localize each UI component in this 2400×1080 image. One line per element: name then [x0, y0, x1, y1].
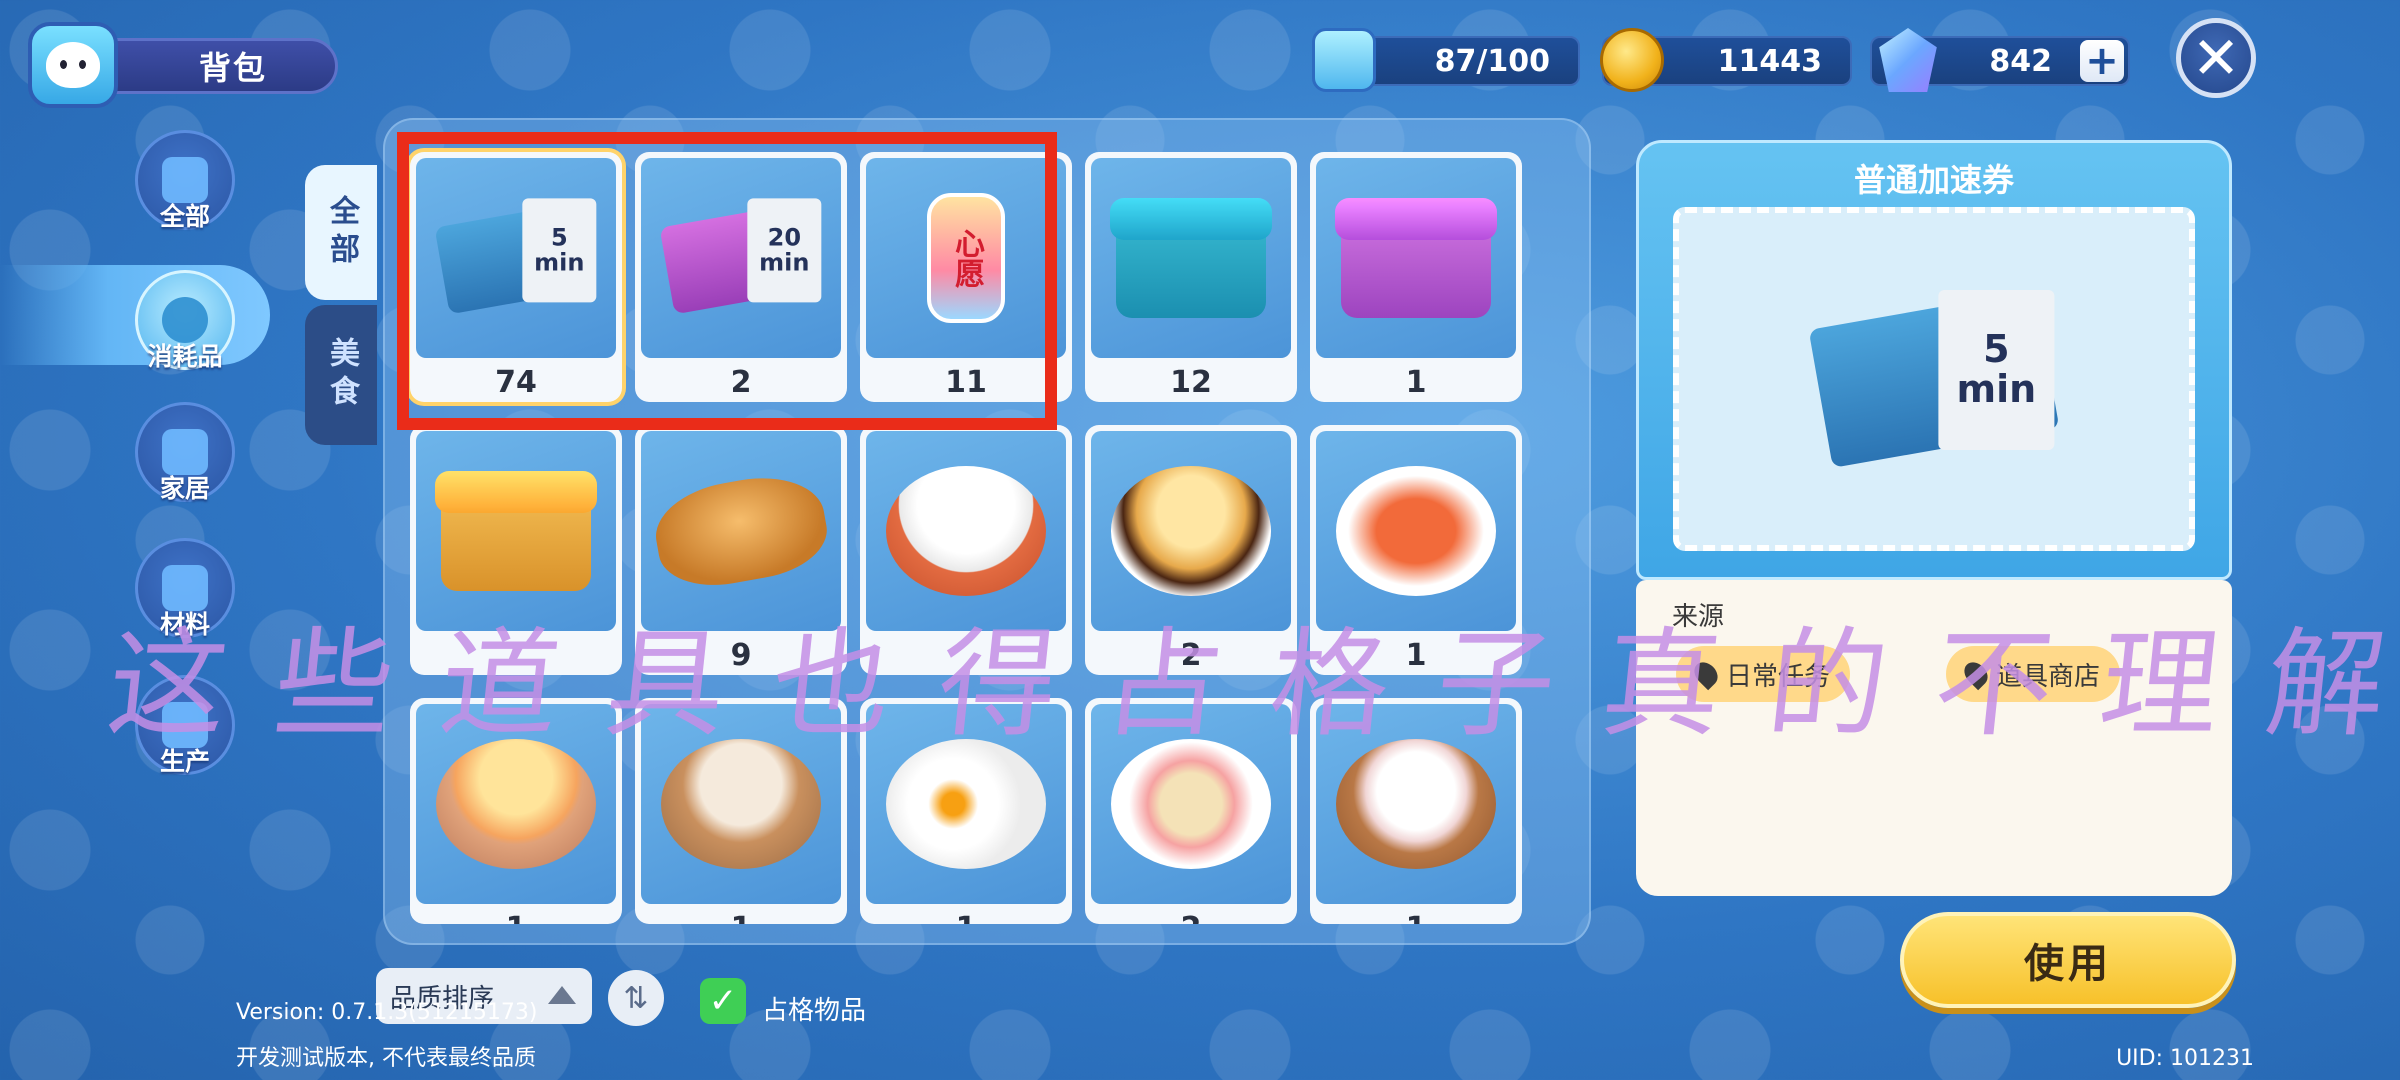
- purple-box-icon: [1341, 198, 1491, 318]
- pudding-icon: [1111, 466, 1271, 596]
- coin-value: 11443: [1717, 43, 1822, 79]
- item-slot-teal-box[interactable]: 12: [1085, 152, 1297, 402]
- swap-order-button[interactable]: ⇅: [608, 970, 664, 1026]
- tab-food[interactable]: 美食: [305, 305, 377, 445]
- capacity-value: 87/100: [1434, 43, 1550, 79]
- detail-header: 普通加速券 5 min: [1636, 140, 2232, 580]
- uid-text: UID: 101231: [2116, 1046, 2254, 1071]
- use-button[interactable]: 使用: [1900, 912, 2236, 1008]
- add-gems-button[interactable]: +: [2080, 40, 2124, 82]
- item-slot-purple-box[interactable]: 1: [1310, 152, 1522, 402]
- version-text: Version: 0.7.1.3(51215173): [236, 1000, 538, 1025]
- coin-icon: [1600, 28, 1664, 92]
- detail-title: 普通加速券: [1853, 161, 2014, 199]
- sidebar-item-all[interactable]: 全部: [135, 130, 235, 231]
- sidebar-item-label: 消耗品: [147, 342, 223, 371]
- occupy-checkbox[interactable]: ✓: [700, 978, 746, 1024]
- backpack-icon: [28, 22, 118, 108]
- item-count: 1: [1405, 365, 1427, 400]
- chevron-up-icon: [548, 986, 576, 1004]
- rice-pot-icon: [886, 466, 1046, 596]
- tab-all[interactable]: 全部: [305, 165, 377, 300]
- item-count: 12: [1170, 365, 1212, 400]
- item-count: 1: [410, 911, 622, 924]
- sidebar-item-label: 家居: [159, 474, 211, 503]
- detail-art: 5 min: [1673, 207, 2195, 551]
- item-detail-panel: 普通加速券 5 min 来源 日常任务 道具商店: [1636, 140, 2232, 896]
- backpack-header: 背包: [28, 22, 338, 108]
- close-button[interactable]: ✕: [2176, 18, 2256, 98]
- shrimp-dish-icon: [1336, 466, 1496, 596]
- handwritten-annotation: 这些道具也得占格子真的不理解: [101, 615, 2400, 753]
- ticket-duration: 5 min: [1938, 290, 2055, 451]
- teal-box-icon: [1116, 198, 1266, 318]
- item-count: 1: [860, 911, 1072, 924]
- gold-box-icon: [441, 471, 591, 591]
- capacity-icon: [1312, 28, 1376, 92]
- item-count: 2: [1085, 911, 1297, 924]
- sidebar-item-consumables[interactable]: 消耗品: [135, 270, 235, 371]
- annotation-highlight-box: [397, 132, 1057, 430]
- disclaimer-text: 开发测试版本, 不代表最终品质: [236, 1046, 536, 1071]
- occupy-label: 占格物品: [762, 996, 867, 1026]
- bread-icon: [648, 466, 834, 596]
- sidebar-item-furniture[interactable]: 家居: [135, 402, 235, 503]
- gem-value: 842: [1989, 43, 2052, 79]
- item-count: 1: [635, 911, 847, 924]
- page-title: 背包: [198, 49, 267, 87]
- accelerate-ticket-icon: 5 min: [1808, 290, 2060, 468]
- title-bar: 背包: [88, 38, 338, 94]
- capacity-counter: 87/100: [1360, 36, 1580, 86]
- sidebar-item-label: 全部: [159, 202, 211, 231]
- item-count: 1: [1310, 911, 1522, 924]
